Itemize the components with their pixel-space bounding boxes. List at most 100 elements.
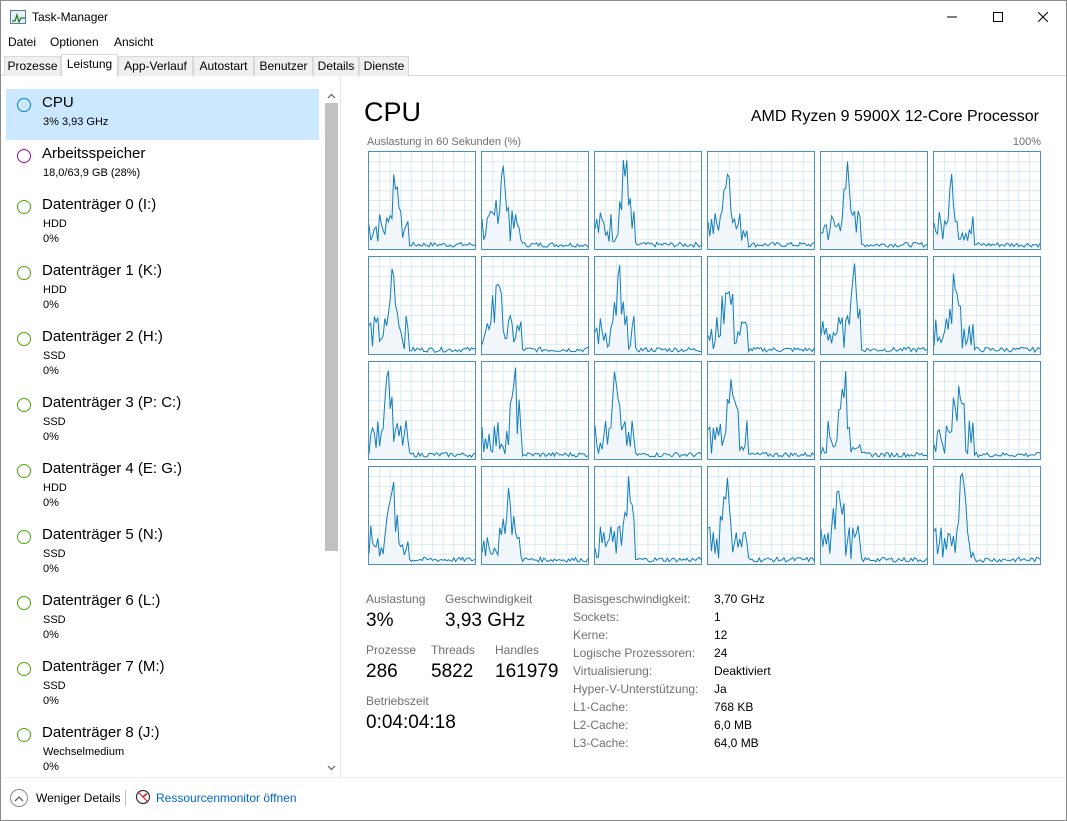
status-circle-icon [17,464,31,478]
sidebar-item[interactable]: Datenträger 6 (L:) SSD 0% [6,587,319,641]
sidebar-item-title: Datenträger 5 (N:) [42,526,163,543]
sidebar-item-detail: Wechselmedium [43,746,125,758]
sidebar-item-title: Datenträger 0 (I:) [42,196,157,213]
footer: Weniger Details Ressourcenmonitor öffnen [1,777,1066,821]
spec-value: 1 [714,610,721,624]
tab-autostart[interactable]: Autostart [193,56,254,76]
sidebar-item-detail: SSD [43,548,66,560]
sidebar-item-usage: 0% [43,365,59,377]
cpu-core-graph [707,466,815,565]
sidebar-item-detail: HDD [43,482,67,494]
status-circle-icon [17,596,31,610]
footer-divider [125,790,126,806]
status-circle-icon [17,98,31,112]
sidebar-item[interactable]: Datenträger 4 (E: G:) HDD 0% [6,455,319,509]
cpu-panel: CPU AMD Ryzen 9 5900X 12-Core Processor … [342,77,1066,777]
sidebar-scrollbar[interactable] [323,89,340,775]
resource-monitor-link[interactable]: Ressourcenmonitor öffnen [156,791,297,805]
status-circle-icon [17,200,31,214]
sidebar-item-usage: 0% [43,563,59,575]
scroll-thumb[interactable] [325,103,338,551]
spec-label: Logische Prozessoren: [573,646,696,660]
sidebar-item[interactable]: Datenträger 5 (N:) SSD 0% [6,521,319,575]
sidebar-item[interactable]: Arbeitsspeicher 18,0/63,9 GB (28%) [6,140,319,191]
sidebar-item[interactable]: Datenträger 7 (M:) SSD 0% [6,653,319,707]
sidebar-item-usage: 0% [43,695,59,707]
status-circle-icon [17,398,31,412]
sidebar-item[interactable]: Datenträger 0 (I:) HDD 0% [6,191,319,245]
close-button[interactable] [1020,1,1066,33]
status-circle-icon [17,662,31,676]
cpu-core-graph [368,151,476,250]
uptime-label: Betriebszeit [366,694,429,708]
spec-label: Sockets: [573,610,620,624]
sidebar-item[interactable]: CPU 3% 3,93 GHz [6,89,319,140]
sidebar-item[interactable]: Datenträger 1 (K:) HDD 0% [6,257,319,311]
tab-benutzer[interactable]: Benutzer [254,56,313,76]
sidebar-item[interactable]: Datenträger 3 (P: C:) SSD 0% [6,389,319,443]
tab-prozesse[interactable]: Prozesse [4,56,61,76]
graph-max-label: 100% [1012,136,1041,148]
sidebar-item-title: Datenträger 2 (H:) [42,328,163,345]
menu-datei[interactable]: Datei [8,35,36,49]
minimize-button[interactable] [929,1,975,33]
spec-value: Ja [714,682,727,696]
title-bar[interactable]: Task-Manager [1,1,1066,33]
task-manager-icon [10,10,26,24]
tab-details[interactable]: Details [313,56,359,76]
cpu-core-graph [481,466,589,565]
cpu-core-graph [368,256,476,355]
cpu-core-graph [368,466,476,565]
tab-dienste[interactable]: Dienste [359,56,409,76]
sidebar-item-usage: 0% [43,233,59,245]
window-title: Task-Manager [32,10,109,24]
spec-value: 24 [714,646,728,660]
cpu-core-graph [481,151,589,250]
tab-app-verlauf[interactable]: App-Verlauf [118,56,193,76]
spec-value: Deaktiviert [714,664,771,678]
sidebar-item-usage: 0% [43,431,59,443]
sidebar-item-title: Datenträger 6 (L:) [42,592,161,609]
scroll-up-button[interactable] [323,89,340,103]
resource-monitor-icon[interactable] [135,789,151,805]
scroll-down-button[interactable] [323,761,340,775]
tab-leistung[interactable]: Leistung [61,54,118,77]
cpu-core-graph [933,466,1041,565]
fewer-details-button[interactable]: Weniger Details [36,791,120,805]
sidebar-item-title: Datenträger 4 (E: G:) [42,460,183,477]
spec-value: 12 [714,628,728,642]
spec-value: 3,70 GHz [714,592,765,606]
cpu-core-graph [820,256,928,355]
sidebar-item-usage: 0% [43,629,59,641]
close-icon [1038,12,1048,22]
spec-value: 768 KB [714,700,754,714]
sidebar-item-title: CPU [42,94,74,111]
status-circle-icon [17,149,31,163]
sidebar-item[interactable]: Datenträger 2 (H:) SSD 0% [6,323,319,377]
cpu-core-graph [933,361,1041,460]
chevron-up-icon[interactable] [10,789,28,807]
menu-optionen[interactable]: Optionen [50,35,99,49]
sidebar-item-detail: SSD [43,680,66,692]
cpu-core-graph [820,361,928,460]
cpu-core-graph [481,256,589,355]
spec-value: 6,0 MB [714,718,753,732]
spec-value: 64,0 MB [714,736,759,750]
sidebar-item-detail: HDD [43,218,67,230]
cpu-core-graphs [368,151,1042,565]
util-value: 3% [366,610,394,631]
sidebar-item-detail: SSD [43,350,66,362]
cpu-core-graph [707,256,815,355]
maximize-button[interactable] [975,1,1021,33]
cpu-model: AMD Ryzen 9 5900X 12-Core Processor [750,108,1039,125]
spec-label: Basisgeschwindigkeit: [573,592,691,606]
spec-label: Kerne: [573,628,609,642]
cpu-core-graph [481,361,589,460]
sidebar-item-detail: SSD [43,416,66,428]
sidebar-item[interactable]: Datenträger 8 (J:) Wechselmedium 0% [6,719,319,773]
sidebar-item-usage: 0% [43,761,59,773]
menu-ansicht[interactable]: Ansicht [114,35,153,49]
status-circle-icon [17,530,31,544]
sidebar-item-detail: SSD [43,614,66,626]
processes-label: Prozesse [366,643,417,657]
